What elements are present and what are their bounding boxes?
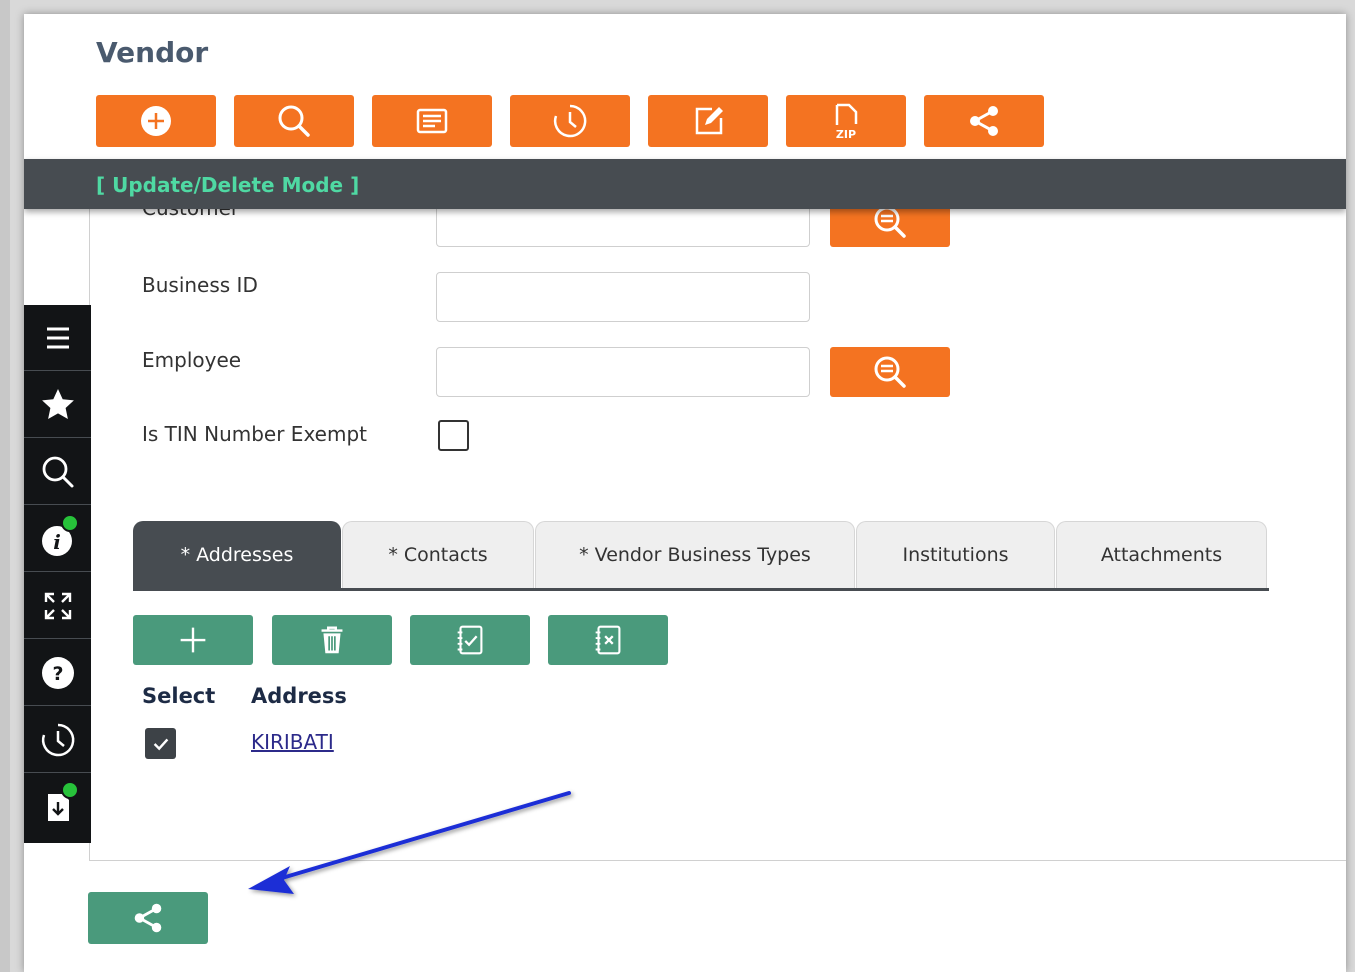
search-button[interactable] bbox=[234, 95, 354, 147]
edit-button[interactable] bbox=[648, 95, 768, 147]
info-button[interactable]: i bbox=[24, 506, 91, 572]
deselect-all-button[interactable] bbox=[548, 615, 668, 665]
zip-file-icon: ZIP bbox=[835, 103, 858, 141]
clear-list-icon bbox=[595, 625, 621, 655]
notification-dot bbox=[61, 514, 79, 532]
employee-input[interactable] bbox=[436, 347, 810, 397]
lookup-icon bbox=[874, 356, 906, 388]
add-button[interactable] bbox=[96, 95, 216, 147]
svg-text:i: i bbox=[53, 530, 61, 554]
check-icon bbox=[153, 738, 168, 750]
expand-button[interactable] bbox=[24, 573, 91, 639]
page-title: Vendor bbox=[96, 36, 209, 69]
share-button[interactable] bbox=[924, 95, 1044, 147]
edit-icon bbox=[695, 107, 723, 135]
delete-row-button[interactable] bbox=[272, 615, 392, 665]
select-all-button[interactable] bbox=[410, 615, 530, 665]
checklist-icon bbox=[457, 625, 483, 655]
side-search-button[interactable] bbox=[24, 439, 91, 505]
search-icon bbox=[278, 105, 310, 137]
bottom-share-button[interactable] bbox=[88, 892, 208, 944]
address-link[interactable]: KIRIBATI bbox=[251, 730, 334, 754]
row-select-checkbox[interactable] bbox=[145, 728, 176, 759]
help-icon: ? bbox=[41, 656, 74, 689]
menu-icon bbox=[46, 327, 69, 348]
history-side-button[interactable] bbox=[24, 707, 91, 773]
employee-lookup-button[interactable] bbox=[830, 347, 950, 397]
zip-label: ZIP bbox=[836, 128, 856, 141]
clock-icon bbox=[553, 104, 587, 138]
download-button[interactable] bbox=[24, 774, 91, 840]
share-icon bbox=[134, 903, 162, 933]
tab-contacts[interactable]: * Contacts bbox=[342, 521, 534, 588]
vendor-page: Vendor ZIP [Update/Delete Mode] Busine… bbox=[24, 14, 1346, 972]
history-icon bbox=[41, 723, 74, 756]
trash-icon bbox=[321, 626, 343, 654]
star-icon bbox=[41, 388, 74, 419]
tin-exempt-label: Is TIN Number Exempt bbox=[142, 422, 367, 446]
help-button[interactable]: ? bbox=[24, 640, 91, 706]
expand-icon bbox=[44, 592, 71, 619]
column-header-select: Select bbox=[142, 684, 216, 708]
employee-label: Employee bbox=[142, 348, 242, 372]
business-id-label: Business ID bbox=[142, 273, 258, 297]
tab-attachments[interactable]: Attachments bbox=[1056, 521, 1267, 588]
notification-dot bbox=[61, 781, 79, 799]
plus-circle-icon bbox=[141, 106, 171, 136]
side-toolbar: i ? bbox=[24, 305, 91, 843]
list-button[interactable] bbox=[372, 95, 492, 147]
history-button[interactable] bbox=[510, 95, 630, 147]
tab-addresses[interactable]: * Addresses bbox=[133, 521, 341, 588]
menu-button[interactable] bbox=[24, 305, 91, 371]
tab-institutions[interactable]: Institutions bbox=[856, 521, 1055, 588]
column-header-address: Address bbox=[251, 684, 347, 708]
share-icon bbox=[970, 106, 998, 136]
search-icon bbox=[42, 456, 73, 487]
business-id-input[interactable] bbox=[436, 272, 810, 322]
tab-bar: * Addresses * Contacts * Vendor Business… bbox=[133, 521, 1269, 591]
mode-text: [ Update/Delete Mode ] bbox=[96, 173, 360, 197]
tin-exempt-checkbox[interactable] bbox=[438, 420, 469, 451]
tab-vendor-business-types[interactable]: * Vendor Business Types bbox=[535, 521, 855, 588]
zip-button[interactable]: ZIP bbox=[786, 95, 906, 147]
add-row-button[interactable] bbox=[133, 615, 253, 665]
plus-icon bbox=[180, 627, 206, 653]
svg-text:?: ? bbox=[52, 663, 63, 685]
mode-bar: [ Update/Delete Mode ] bbox=[24, 159, 1346, 209]
favorites-button[interactable] bbox=[24, 372, 91, 438]
list-icon bbox=[416, 108, 448, 134]
